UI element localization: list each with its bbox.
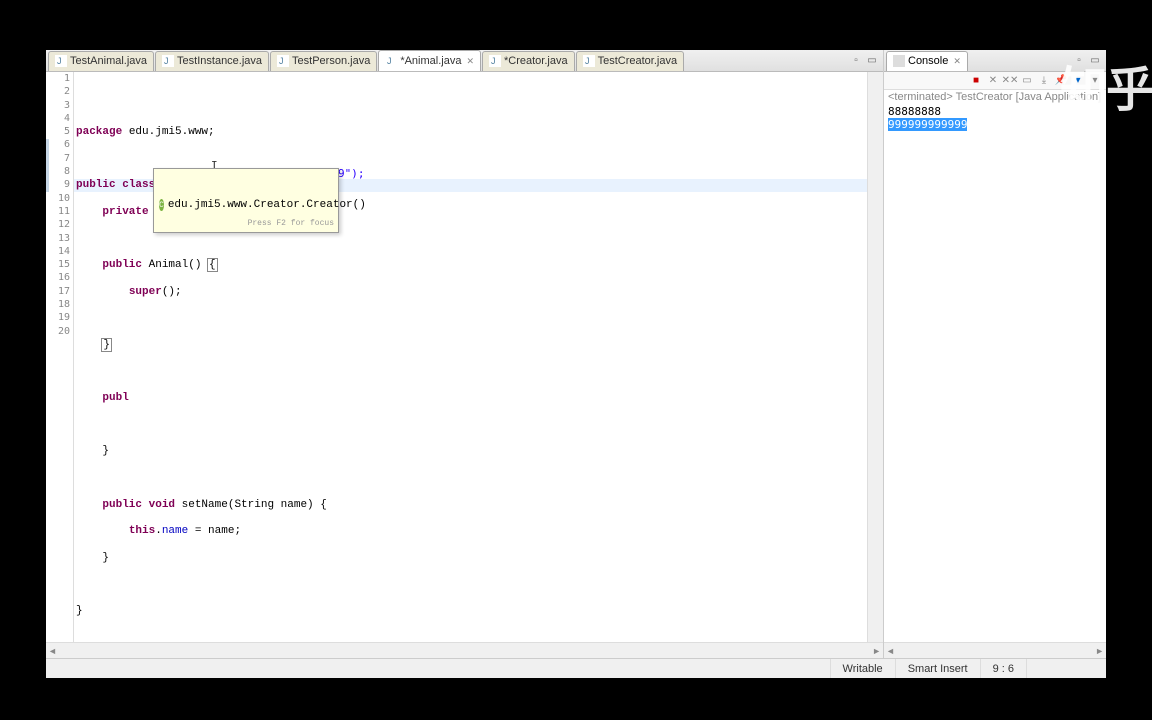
svg-text:J: J xyxy=(387,56,392,66)
svg-text:J: J xyxy=(57,56,62,66)
java-file-icon: J xyxy=(55,55,67,67)
line-number: 7 xyxy=(46,153,73,166)
ide-window: J TestAnimal.java J TestInstance.java J … xyxy=(46,50,1106,678)
close-icon[interactable]: ✕ xyxy=(953,56,961,67)
line-number: 4 xyxy=(46,113,73,126)
tab-label: *Creator.java xyxy=(504,55,568,67)
console-output[interactable]: 88888888 999999999999 xyxy=(884,104,1106,642)
console-pane: Console ✕ ▫ ▭ ■ ✕ ✕✕ ▭ ⤓ 📌 ▾ ▾ <terminat… xyxy=(884,50,1106,658)
line-number: 12 xyxy=(46,219,73,232)
line-number: 2 xyxy=(46,86,73,99)
editor-body: 1 2 3 4 5 6 7 8 9 10 11 12 13 14 15 16 1 xyxy=(46,72,883,642)
status-insert-mode: Smart Insert xyxy=(895,659,980,678)
tooltip-content: C edu.jmi5.www.Creator.Creator() xyxy=(159,199,333,212)
console-tab[interactable]: Console ✕ xyxy=(886,51,968,71)
code-editor[interactable]: package edu.jmi5.www; public class Anima… xyxy=(74,72,867,642)
tab-label: TestPerson.java xyxy=(292,55,370,67)
tab-label: TestInstance.java xyxy=(177,55,262,67)
minimize-icon[interactable]: ▫ xyxy=(849,54,863,68)
line-number: 20 xyxy=(46,326,73,339)
tab-testinstance[interactable]: J TestInstance.java xyxy=(155,51,269,71)
line-number: 10 xyxy=(46,193,73,206)
main-area: J TestAnimal.java J TestInstance.java J … xyxy=(46,50,1106,658)
tab-label: TestCreator.java xyxy=(598,55,677,67)
maximize-icon[interactable]: ▭ xyxy=(865,54,879,68)
status-empty xyxy=(1026,659,1106,678)
javadoc-tooltip[interactable]: C edu.jmi5.www.Creator.Creator() Press F… xyxy=(153,168,339,233)
horizontal-scrollbar[interactable]: ◄ ► xyxy=(46,642,883,658)
line-number: 8 xyxy=(46,166,73,179)
clear-console-icon[interactable]: ▭ xyxy=(1020,74,1034,88)
scroll-left-icon[interactable]: ◄ xyxy=(886,646,895,656)
svg-text:J: J xyxy=(279,56,284,66)
scroll-left-icon[interactable]: ◄ xyxy=(48,646,57,656)
line-number: 9 xyxy=(46,179,73,192)
line-number-gutter[interactable]: 1 2 3 4 5 6 7 8 9 10 11 12 13 14 15 16 1 xyxy=(46,72,74,642)
line-number: 11 xyxy=(46,206,73,219)
scroll-right-icon[interactable]: ► xyxy=(872,646,881,656)
line-number: 17 xyxy=(46,286,73,299)
line-number: 1 xyxy=(46,73,73,86)
constructor-icon: C xyxy=(159,199,164,211)
line-number: 18 xyxy=(46,299,73,312)
java-file-icon: J xyxy=(277,55,289,67)
selected-output: 999999999999 xyxy=(888,118,967,131)
editor-pane: J TestAnimal.java J TestInstance.java J … xyxy=(46,50,884,658)
vertical-scrollbar[interactable] xyxy=(867,72,883,642)
tab-animal[interactable]: J *Animal.java ✕ xyxy=(378,50,481,71)
editor-tab-bar: J TestAnimal.java J TestInstance.java J … xyxy=(46,50,883,72)
console-horizontal-scrollbar[interactable]: ◄ ► xyxy=(884,642,1106,658)
svg-text:J: J xyxy=(164,56,169,66)
java-file-icon: J xyxy=(489,55,501,67)
tab-creator[interactable]: J *Creator.java xyxy=(482,51,575,71)
line-number: 15 xyxy=(46,259,73,272)
line-number: 19 xyxy=(46,312,73,325)
java-file-icon: J xyxy=(385,55,397,67)
status-bar: Writable Smart Insert 9 : 6 xyxy=(46,658,1106,678)
java-file-icon: J xyxy=(162,55,174,67)
line-number: 6 xyxy=(46,139,73,152)
tooltip-footer: Press F2 for focus xyxy=(248,217,334,230)
tab-label: TestAnimal.java xyxy=(70,55,147,67)
tooltip-text: edu.jmi5.www.Creator.Creator() xyxy=(168,199,366,212)
close-icon[interactable]: ✕ xyxy=(466,56,474,67)
line-number: 13 xyxy=(46,233,73,246)
remove-launch-icon[interactable]: ✕ xyxy=(986,74,1000,88)
scroll-lock-icon[interactable]: ⤓ xyxy=(1037,74,1051,88)
tab-controls: ▫ ▭ xyxy=(849,54,881,68)
java-file-icon: J xyxy=(583,55,595,67)
change-marker xyxy=(46,139,49,192)
tab-testcreator[interactable]: J TestCreator.java xyxy=(576,51,684,71)
scroll-right-icon[interactable]: ► xyxy=(1095,646,1104,656)
svg-text:J: J xyxy=(585,56,590,66)
svg-text:J: J xyxy=(491,56,496,66)
terminate-icon[interactable]: ■ xyxy=(969,74,983,88)
line-number: 16 xyxy=(46,272,73,285)
console-icon xyxy=(893,55,905,67)
remove-all-icon[interactable]: ✕✕ xyxy=(1003,74,1017,88)
console-tab-label: Console xyxy=(908,55,948,67)
line-number: 3 xyxy=(46,100,73,113)
tab-label: *Animal.java xyxy=(400,55,461,67)
tab-testperson[interactable]: J TestPerson.java xyxy=(270,51,377,71)
line-number: 5 xyxy=(46,126,73,139)
watermark-logo: 知乎 xyxy=(1060,50,1152,120)
tab-testanimal[interactable]: J TestAnimal.java xyxy=(48,51,154,71)
status-cursor-position: 9 : 6 xyxy=(980,659,1026,678)
status-writable: Writable xyxy=(830,659,895,678)
line-number: 14 xyxy=(46,246,73,259)
code-fragment-behind-tooltip: 9"); xyxy=(338,167,365,180)
